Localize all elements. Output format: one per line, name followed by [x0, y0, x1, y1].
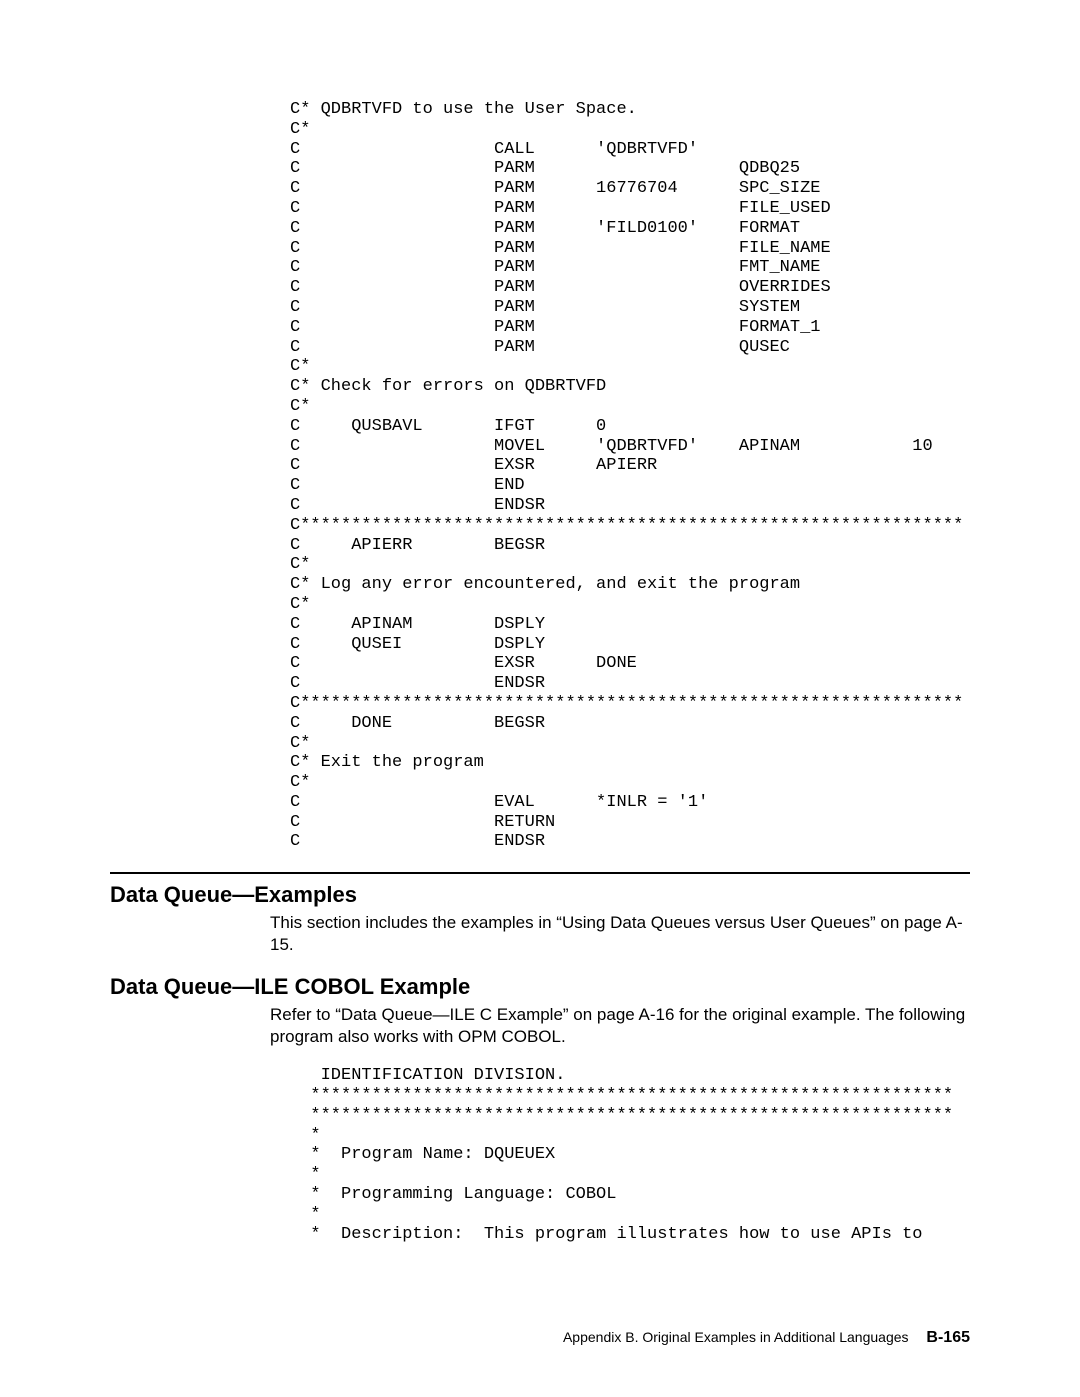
- footer-text: Appendix B. Original Examples in Additio…: [563, 1329, 909, 1345]
- page-container: C* QDBRTVFD to use the User Space. C* C …: [0, 0, 1080, 1397]
- page-footer: Appendix B. Original Examples in Additio…: [563, 1329, 970, 1347]
- section-heading-ile-cobol: Data Queue—ILE COBOL Example: [110, 974, 970, 1000]
- section-heading-data-queue-examples: Data Queue—Examples: [110, 882, 970, 908]
- cobol-code-block: IDENTIFICATION DIVISION. ***************…: [110, 1066, 970, 1244]
- section-divider: [110, 872, 970, 874]
- rpg-code-block: C* QDBRTVFD to use the User Space. C* C …: [110, 100, 970, 852]
- section-paragraph-1: This section includes the examples in “U…: [110, 912, 970, 956]
- page-number: B-165: [926, 1329, 970, 1346]
- section-paragraph-2: Refer to “Data Queue—ILE C Example” on p…: [110, 1004, 970, 1048]
